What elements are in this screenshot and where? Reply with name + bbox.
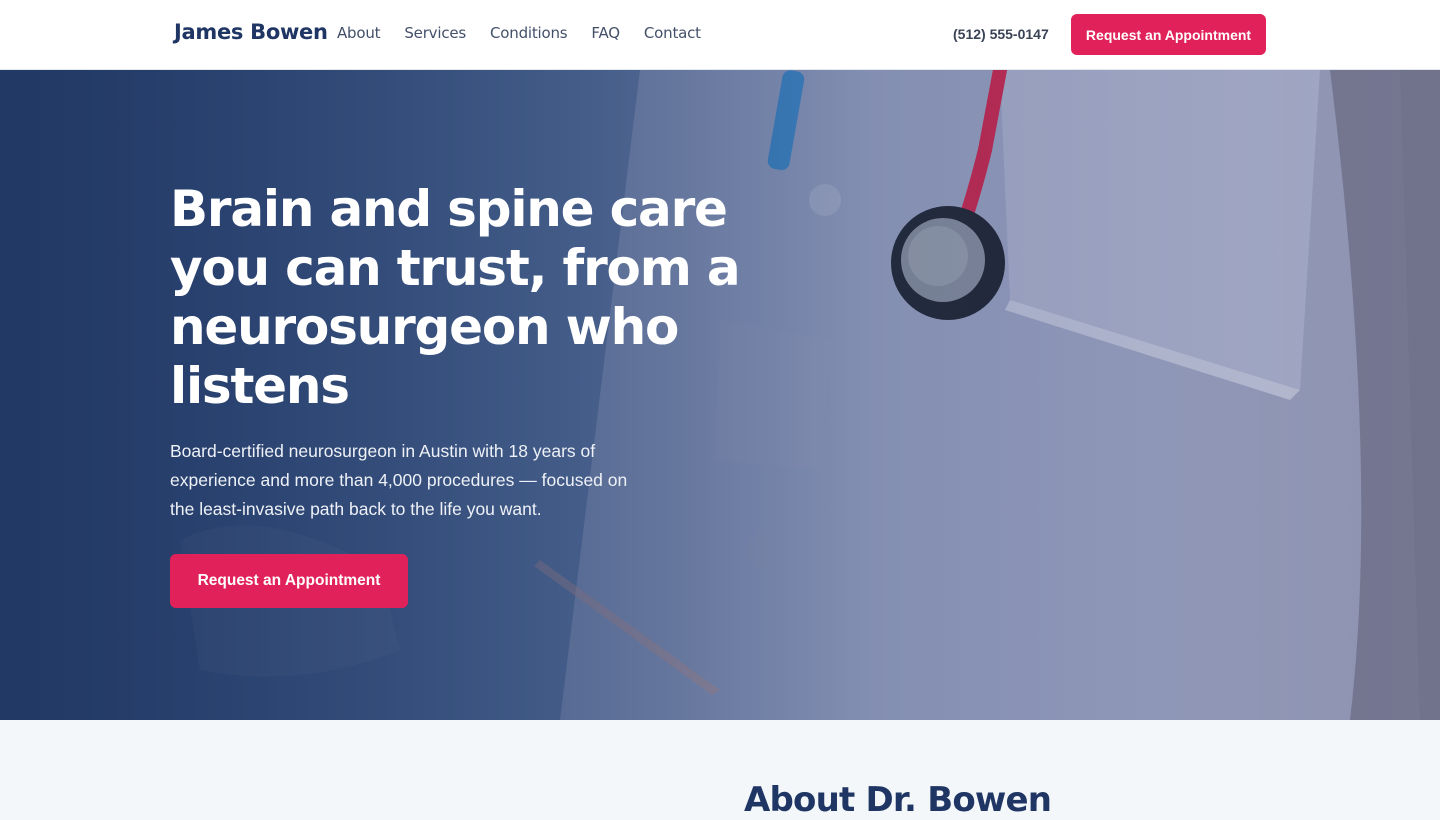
brand-logo[interactable]: James Bowen bbox=[174, 20, 328, 44]
site-header: James Bowen About Services Conditions FA… bbox=[0, 0, 1440, 70]
hero-section: Brain and spine care you can trust, from… bbox=[0, 70, 1440, 720]
hero-subtitle: Board-certified neurosurgeon in Austin w… bbox=[170, 441, 628, 519]
hero-appointment-button[interactable]: Request an Appointment bbox=[170, 554, 408, 608]
nav-link-contact[interactable]: Contact bbox=[644, 24, 701, 42]
phone-link[interactable]: (512) 555-0147 bbox=[953, 26, 1049, 42]
header-appointment-button[interactable]: Request an Appointment bbox=[1071, 14, 1266, 55]
nav-link-about[interactable]: About bbox=[337, 24, 381, 42]
about-title: About Dr. Bowen bbox=[744, 780, 1052, 820]
about-section: About Dr. Bowen bbox=[0, 720, 1440, 820]
main-nav: About Services Conditions FAQ Contact bbox=[337, 24, 701, 42]
nav-link-services[interactable]: Services bbox=[404, 24, 466, 42]
hero-title: Brain and spine care you can trust, from… bbox=[170, 180, 741, 415]
nav-link-conditions[interactable]: Conditions bbox=[490, 24, 568, 42]
nav-link-faq[interactable]: FAQ bbox=[591, 24, 620, 42]
